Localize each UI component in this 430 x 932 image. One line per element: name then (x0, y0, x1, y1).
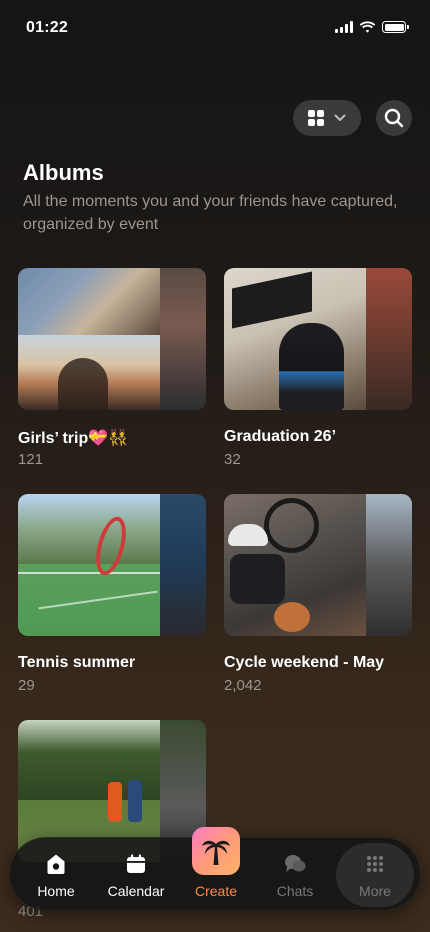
page-subtitle: All the moments you and your friends hav… (23, 193, 398, 233)
album-cover (224, 494, 412, 636)
wifi-icon (359, 21, 376, 33)
search-icon (384, 108, 404, 128)
nav-more[interactable]: More (336, 843, 414, 907)
nav-create[interactable]: Create (176, 838, 256, 912)
nav-label: Chats (276, 883, 314, 899)
album-count: 29 (18, 677, 35, 694)
battery-icon (382, 21, 409, 33)
album-name: Cycle weekend - May (224, 654, 385, 671)
dots-grid-icon (367, 856, 383, 872)
album-card[interactable]: Graduation 26’ 32 (224, 268, 412, 468)
nav-label: Create (194, 883, 238, 899)
album-name: Tennis summer (18, 654, 136, 671)
nav-home[interactable]: Home (16, 838, 96, 912)
chat-bubbles-icon (285, 855, 306, 872)
album-card[interactable]: Tennis summer 29 (18, 494, 206, 694)
nav-label: Calendar (107, 883, 165, 899)
album-count: 32 (224, 451, 241, 468)
status-bar: 01:22 (0, 0, 430, 54)
nav-label: Home (37, 883, 75, 899)
grid-icon (308, 110, 324, 126)
status-icons (335, 21, 409, 33)
search-button[interactable] (376, 100, 412, 136)
nav-label: More (359, 883, 391, 899)
album-name: Graduation 26’ (224, 428, 337, 445)
bottom-navigation: Home Calendar Create Chats More (9, 827, 421, 912)
nav-calendar[interactable]: Calendar (96, 838, 176, 912)
home-icon (47, 854, 65, 874)
album-cover (18, 494, 206, 636)
status-time: 01:22 (26, 19, 68, 36)
nav-chats[interactable]: Chats (255, 838, 335, 912)
cellular-signal-icon (335, 21, 353, 33)
album-card[interactable]: Cycle weekend - May 2,042 (224, 494, 412, 694)
album-card[interactable]: Girls’ trip💝👯 121 (18, 268, 206, 468)
album-name: Girls’ trip💝👯 (18, 430, 129, 447)
album-cover (224, 268, 412, 410)
album-count: 121 (18, 451, 44, 468)
view-mode-dropdown[interactable] (293, 100, 361, 136)
calendar-icon (127, 854, 145, 873)
album-count: 2,042 (224, 677, 262, 694)
page-title: Albums (23, 160, 104, 185)
chevron-down-icon (334, 114, 346, 121)
album-cover (18, 268, 206, 410)
